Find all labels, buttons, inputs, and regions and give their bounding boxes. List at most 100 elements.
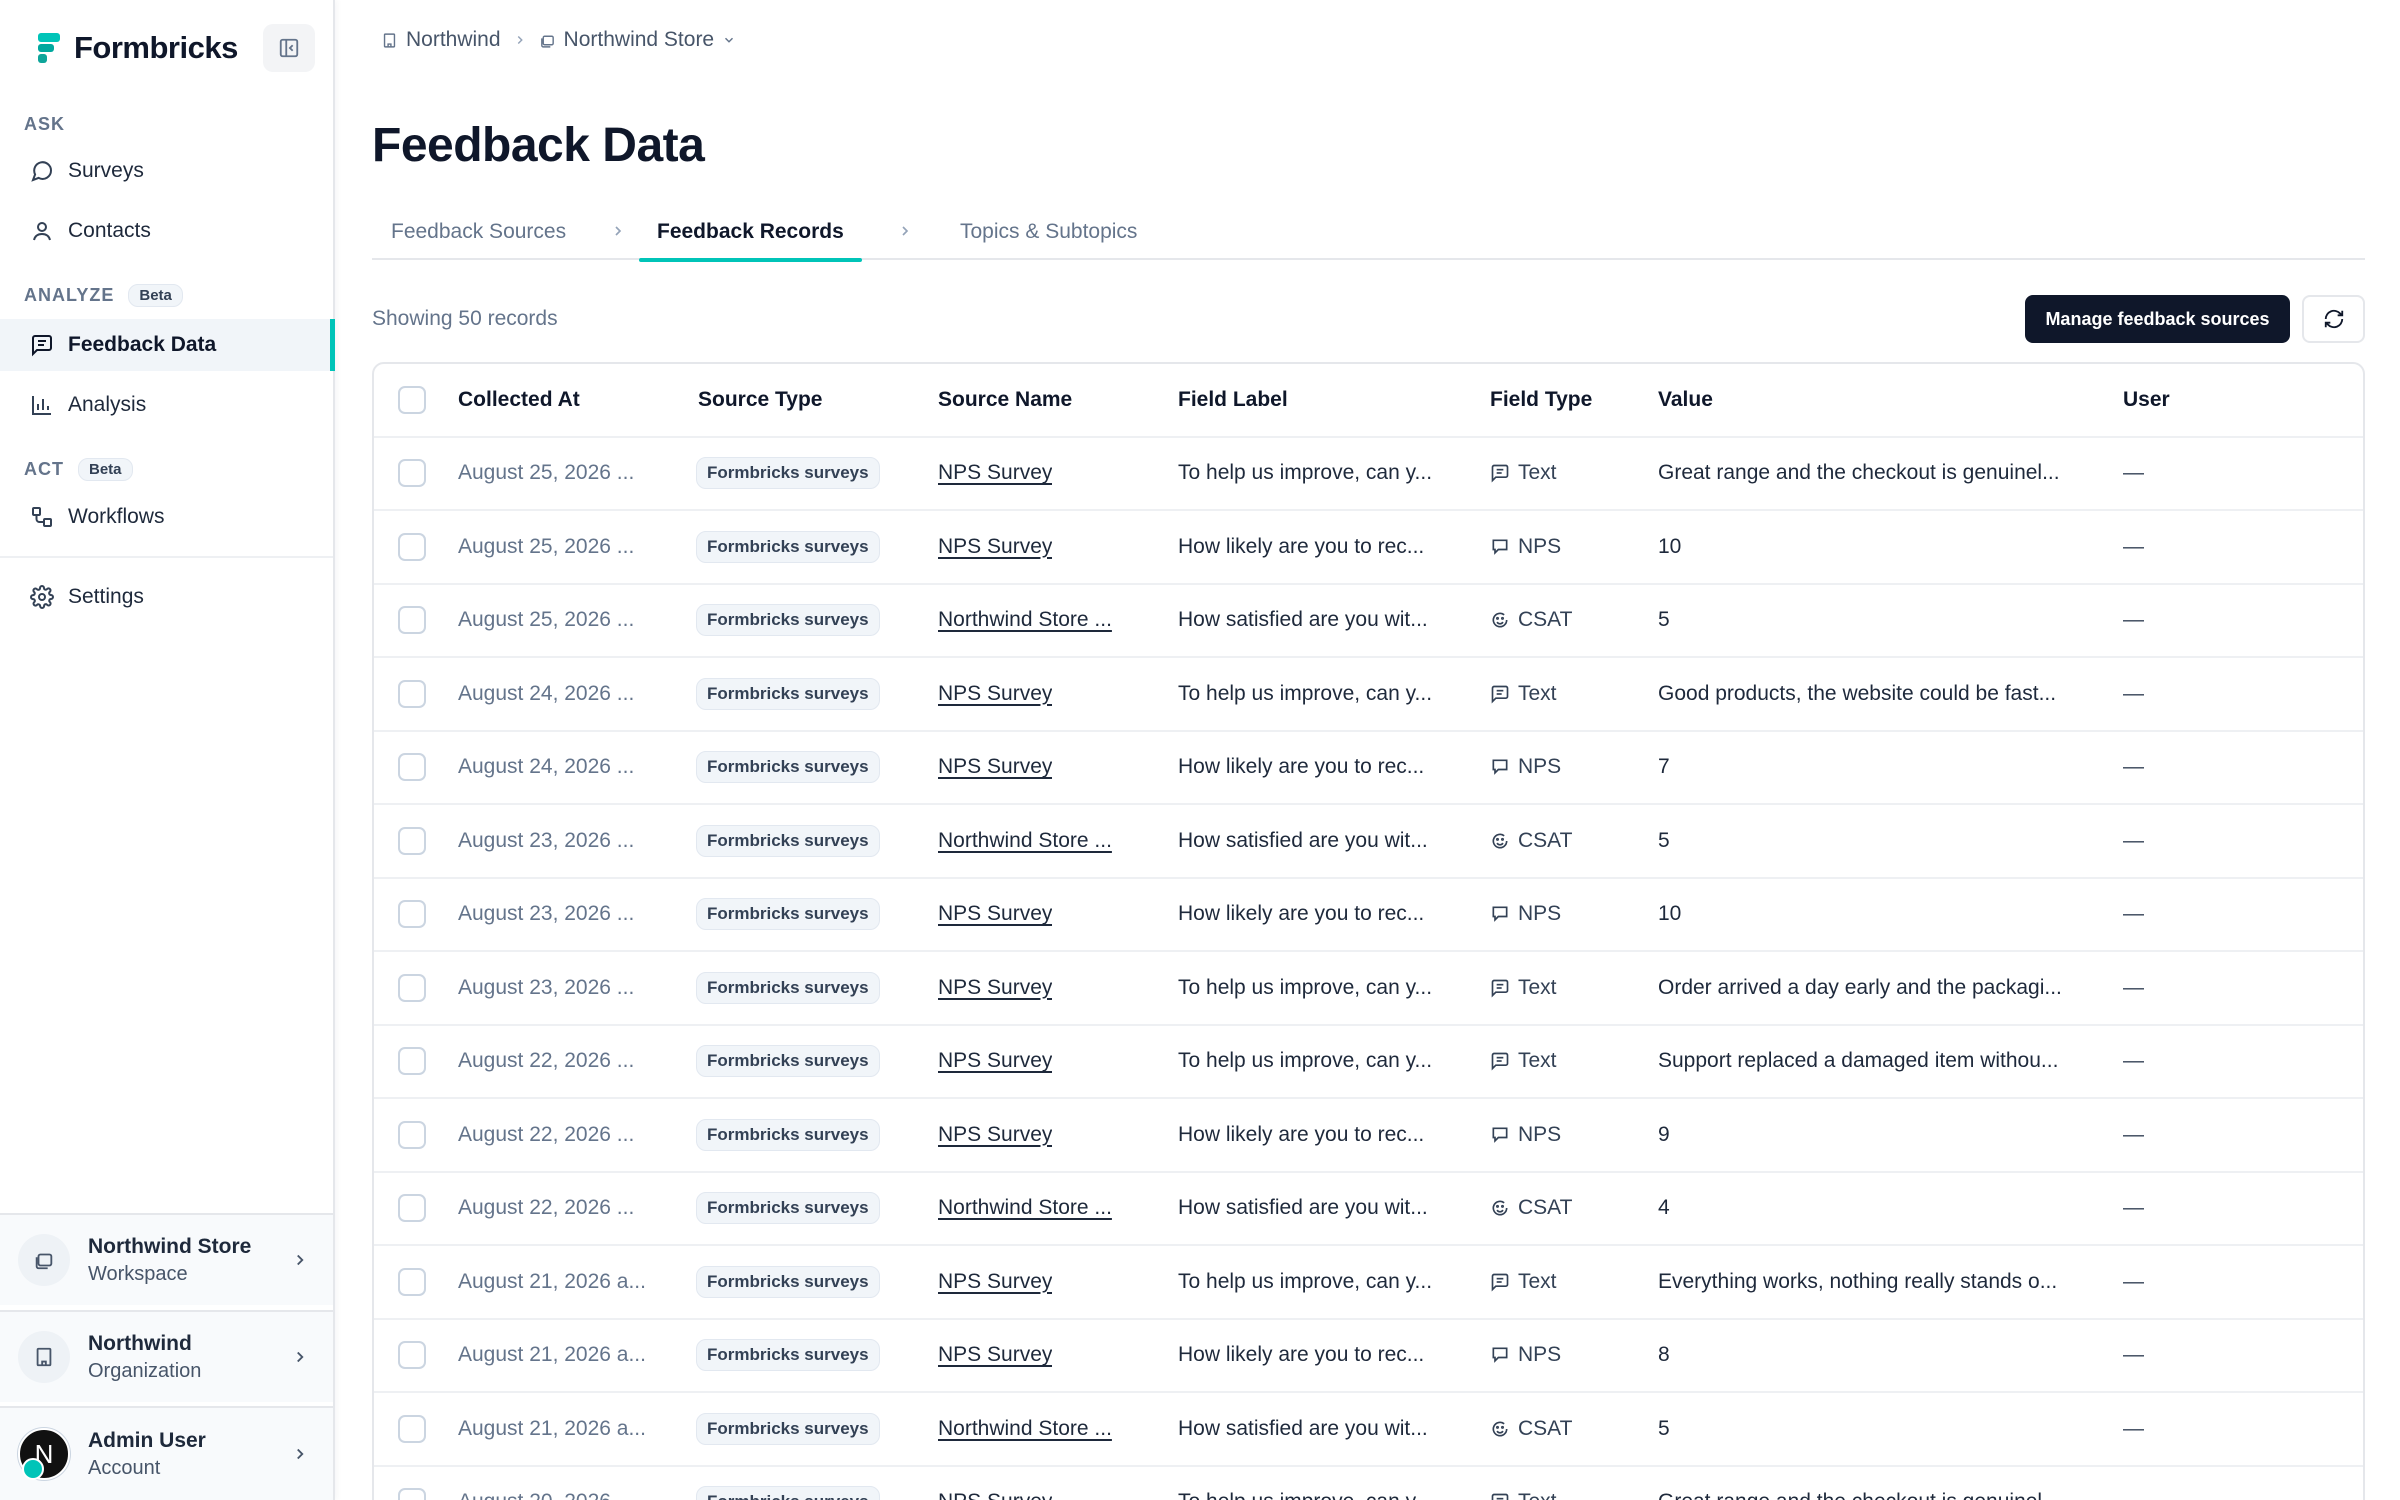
table-header-row: Collected At Source Type Source Name Fie… (374, 364, 2363, 438)
csat-field-icon (1492, 833, 1508, 849)
source-type-cell: Formbricks surveys (696, 511, 880, 583)
collapse-sidebar-button[interactable] (263, 24, 315, 72)
sidebar-item-surveys[interactable]: Surveys (0, 145, 333, 197)
source-type-cell: Formbricks surveys (696, 1320, 880, 1392)
refresh-button[interactable] (2302, 295, 2365, 343)
row-checkbox[interactable] (398, 606, 426, 635)
organization-switcher[interactable]: Northwind Organization (0, 1310, 333, 1402)
user-cell: — (2123, 1343, 2144, 1367)
column-header[interactable]: Source Name (938, 364, 1072, 436)
source-name-link[interactable]: Northwind Store ... (938, 1417, 1112, 1441)
table-row[interactable]: August 25, 2026 ... Formbricks surveys NPS… (374, 511, 2363, 585)
field-type-cell: Text (1490, 438, 1557, 510)
tab-feedback-records[interactable]: Feedback Records (639, 203, 862, 262)
row-checkbox[interactable] (398, 1047, 426, 1076)
source-name-link[interactable]: NPS Survey (938, 976, 1052, 1000)
value-cell: 4 (1658, 1196, 1670, 1220)
row-checkbox[interactable] (398, 1267, 426, 1296)
table-row[interactable]: August 25, 2026 ... Formbricks surveys Nor… (374, 585, 2363, 658)
field-label-cell: How likely are you to rec... (1178, 534, 1425, 558)
table-row[interactable]: August 22, 2026 ... Formbricks surveys NPS… (374, 1099, 2363, 1173)
row-checkbox[interactable] (398, 1414, 426, 1443)
source-name-link[interactable]: NPS Survey (938, 1049, 1052, 1073)
table-row[interactable]: August 23, 2026 ... Formbricks surveys NPS… (374, 952, 2363, 1026)
row-checkbox[interactable] (398, 1341, 426, 1370)
chevron-right-icon (615, 226, 622, 236)
source-name-link[interactable]: NPS Survey (938, 535, 1052, 559)
source-name-cell: NPS Survey (938, 511, 1052, 583)
source-name-cell: Northwind Store ... (938, 1393, 1112, 1465)
page-title: Feedback Data (372, 119, 705, 172)
row-checkbox[interactable] (398, 973, 426, 1002)
row-checkbox[interactable] (398, 1120, 426, 1149)
table-row[interactable]: August 22, 2026 ... Formbricks surveys NPS… (374, 1026, 2363, 1099)
source-name-link[interactable]: NPS Survey (938, 1490, 1052, 1500)
nps-field-icon (1492, 906, 1508, 923)
source-type-cell: Formbricks surveys (696, 1467, 880, 1500)
source-name-link[interactable]: NPS Survey (938, 1343, 1052, 1367)
tab-feedback-sources[interactable]: Feedback Sources (391, 203, 566, 260)
column-header[interactable]: Field Type (1490, 364, 1592, 436)
sidebar-item-label: Workflows (68, 505, 165, 528)
source-name-cell: NPS Survey (938, 1099, 1052, 1171)
table-row[interactable]: August 22, 2026 ... Formbricks surveys Nor… (374, 1173, 2363, 1246)
text-field-icon (1491, 1273, 1509, 1292)
workspace-icon (540, 35, 554, 48)
tab-topics-subtopics[interactable]: Topics & Subtopics (960, 203, 1137, 260)
user-cell: — (2123, 461, 2144, 485)
row-checkbox[interactable] (398, 1194, 426, 1223)
sidebar-item-settings[interactable]: Settings (0, 571, 333, 623)
source-name-link[interactable]: NPS Survey (938, 682, 1052, 706)
source-name-link[interactable]: NPS Survey (938, 1123, 1052, 1147)
table-row[interactable]: August 21, 2026 a... Formbricks surveys No… (374, 1393, 2363, 1467)
table-row[interactable]: August 24, 2026 ... Formbricks surveys NPS… (374, 658, 2363, 732)
sidebar-item-workflows[interactable]: Workflows (0, 491, 333, 543)
account-menu[interactable]: N Admin User Account (0, 1406, 333, 1500)
source-name-link[interactable]: NPS Survey (938, 902, 1052, 926)
table-row[interactable]: August 20, 2026 ... Formbricks surveys NPS… (374, 1467, 2363, 1500)
table-row[interactable]: August 25, 2026 ... Formbricks surveys NPS… (374, 438, 2363, 511)
source-name-link[interactable]: Northwind Store ... (938, 608, 1112, 632)
sidebar-item-analysis[interactable]: Analysis (0, 379, 333, 431)
source-name-link[interactable]: NPS Survey (938, 1270, 1052, 1294)
source-name-cell: NPS Survey (938, 658, 1052, 730)
app-logo[interactable]: Formbricks (38, 30, 238, 66)
source-name-link[interactable]: Northwind Store ... (938, 1196, 1112, 1220)
table-row[interactable]: August 24, 2026 ... Formbricks surveys NPS… (374, 732, 2363, 805)
workspace-switcher[interactable]: Northwind Store Workspace (0, 1213, 333, 1305)
row-checkbox[interactable] (398, 679, 426, 708)
field-label-cell: How likely are you to rec... (1178, 1343, 1425, 1367)
gear-icon (30, 585, 54, 609)
row-checkbox[interactable] (398, 900, 426, 929)
chevron-down-icon (725, 37, 734, 43)
source-name-link[interactable]: NPS Survey (938, 461, 1052, 485)
breadcrumb-org[interactable]: Northwind (381, 28, 501, 52)
table-row[interactable]: August 23, 2026 ... Formbricks surveys Nor… (374, 805, 2363, 879)
manage-feedback-sources-button[interactable]: Manage feedback sources (2025, 295, 2290, 343)
row-checkbox[interactable] (398, 826, 426, 855)
sidebar-item-feedback-data[interactable]: Feedback Data (0, 319, 335, 371)
source-name-link[interactable]: NPS Survey (938, 755, 1052, 779)
breadcrumb-workspace[interactable]: Northwind Store (539, 28, 737, 52)
source-type-badge: Formbricks surveys (696, 1118, 880, 1151)
workspace-label: Workspace (88, 1262, 188, 1285)
sidebar: Formbricks ASK Surveys Contacts ANALYZE … (0, 0, 335, 1500)
column-header[interactable]: Field Label (1178, 364, 1288, 436)
sidebar-item-contacts[interactable]: Contacts (0, 205, 333, 257)
table-row[interactable]: August 21, 2026 a... Formbricks surveys NP… (374, 1246, 2363, 1320)
row-checkbox[interactable] (398, 753, 426, 782)
column-header[interactable]: Value (1658, 364, 1713, 436)
select-all-checkbox[interactable] (398, 385, 426, 414)
table-row[interactable]: August 23, 2026 ... Formbricks surveys NPS… (374, 879, 2363, 952)
table-row[interactable]: August 21, 2026 a... Formbricks surveys NP… (374, 1320, 2363, 1393)
field-type-label: NPS (1518, 902, 1562, 926)
column-header[interactable]: Collected At (458, 364, 580, 436)
row-checkbox[interactable] (398, 459, 426, 488)
source-name-link[interactable]: Northwind Store ... (938, 829, 1112, 853)
row-checkbox[interactable] (398, 1488, 426, 1500)
field-type-label: CSAT (1518, 1416, 1573, 1440)
collected-at-cell: August 23, 2026 ... (458, 975, 635, 999)
row-checkbox[interactable] (398, 532, 426, 561)
column-header[interactable]: User (2123, 364, 2170, 436)
column-header[interactable]: Source Type (698, 364, 822, 436)
